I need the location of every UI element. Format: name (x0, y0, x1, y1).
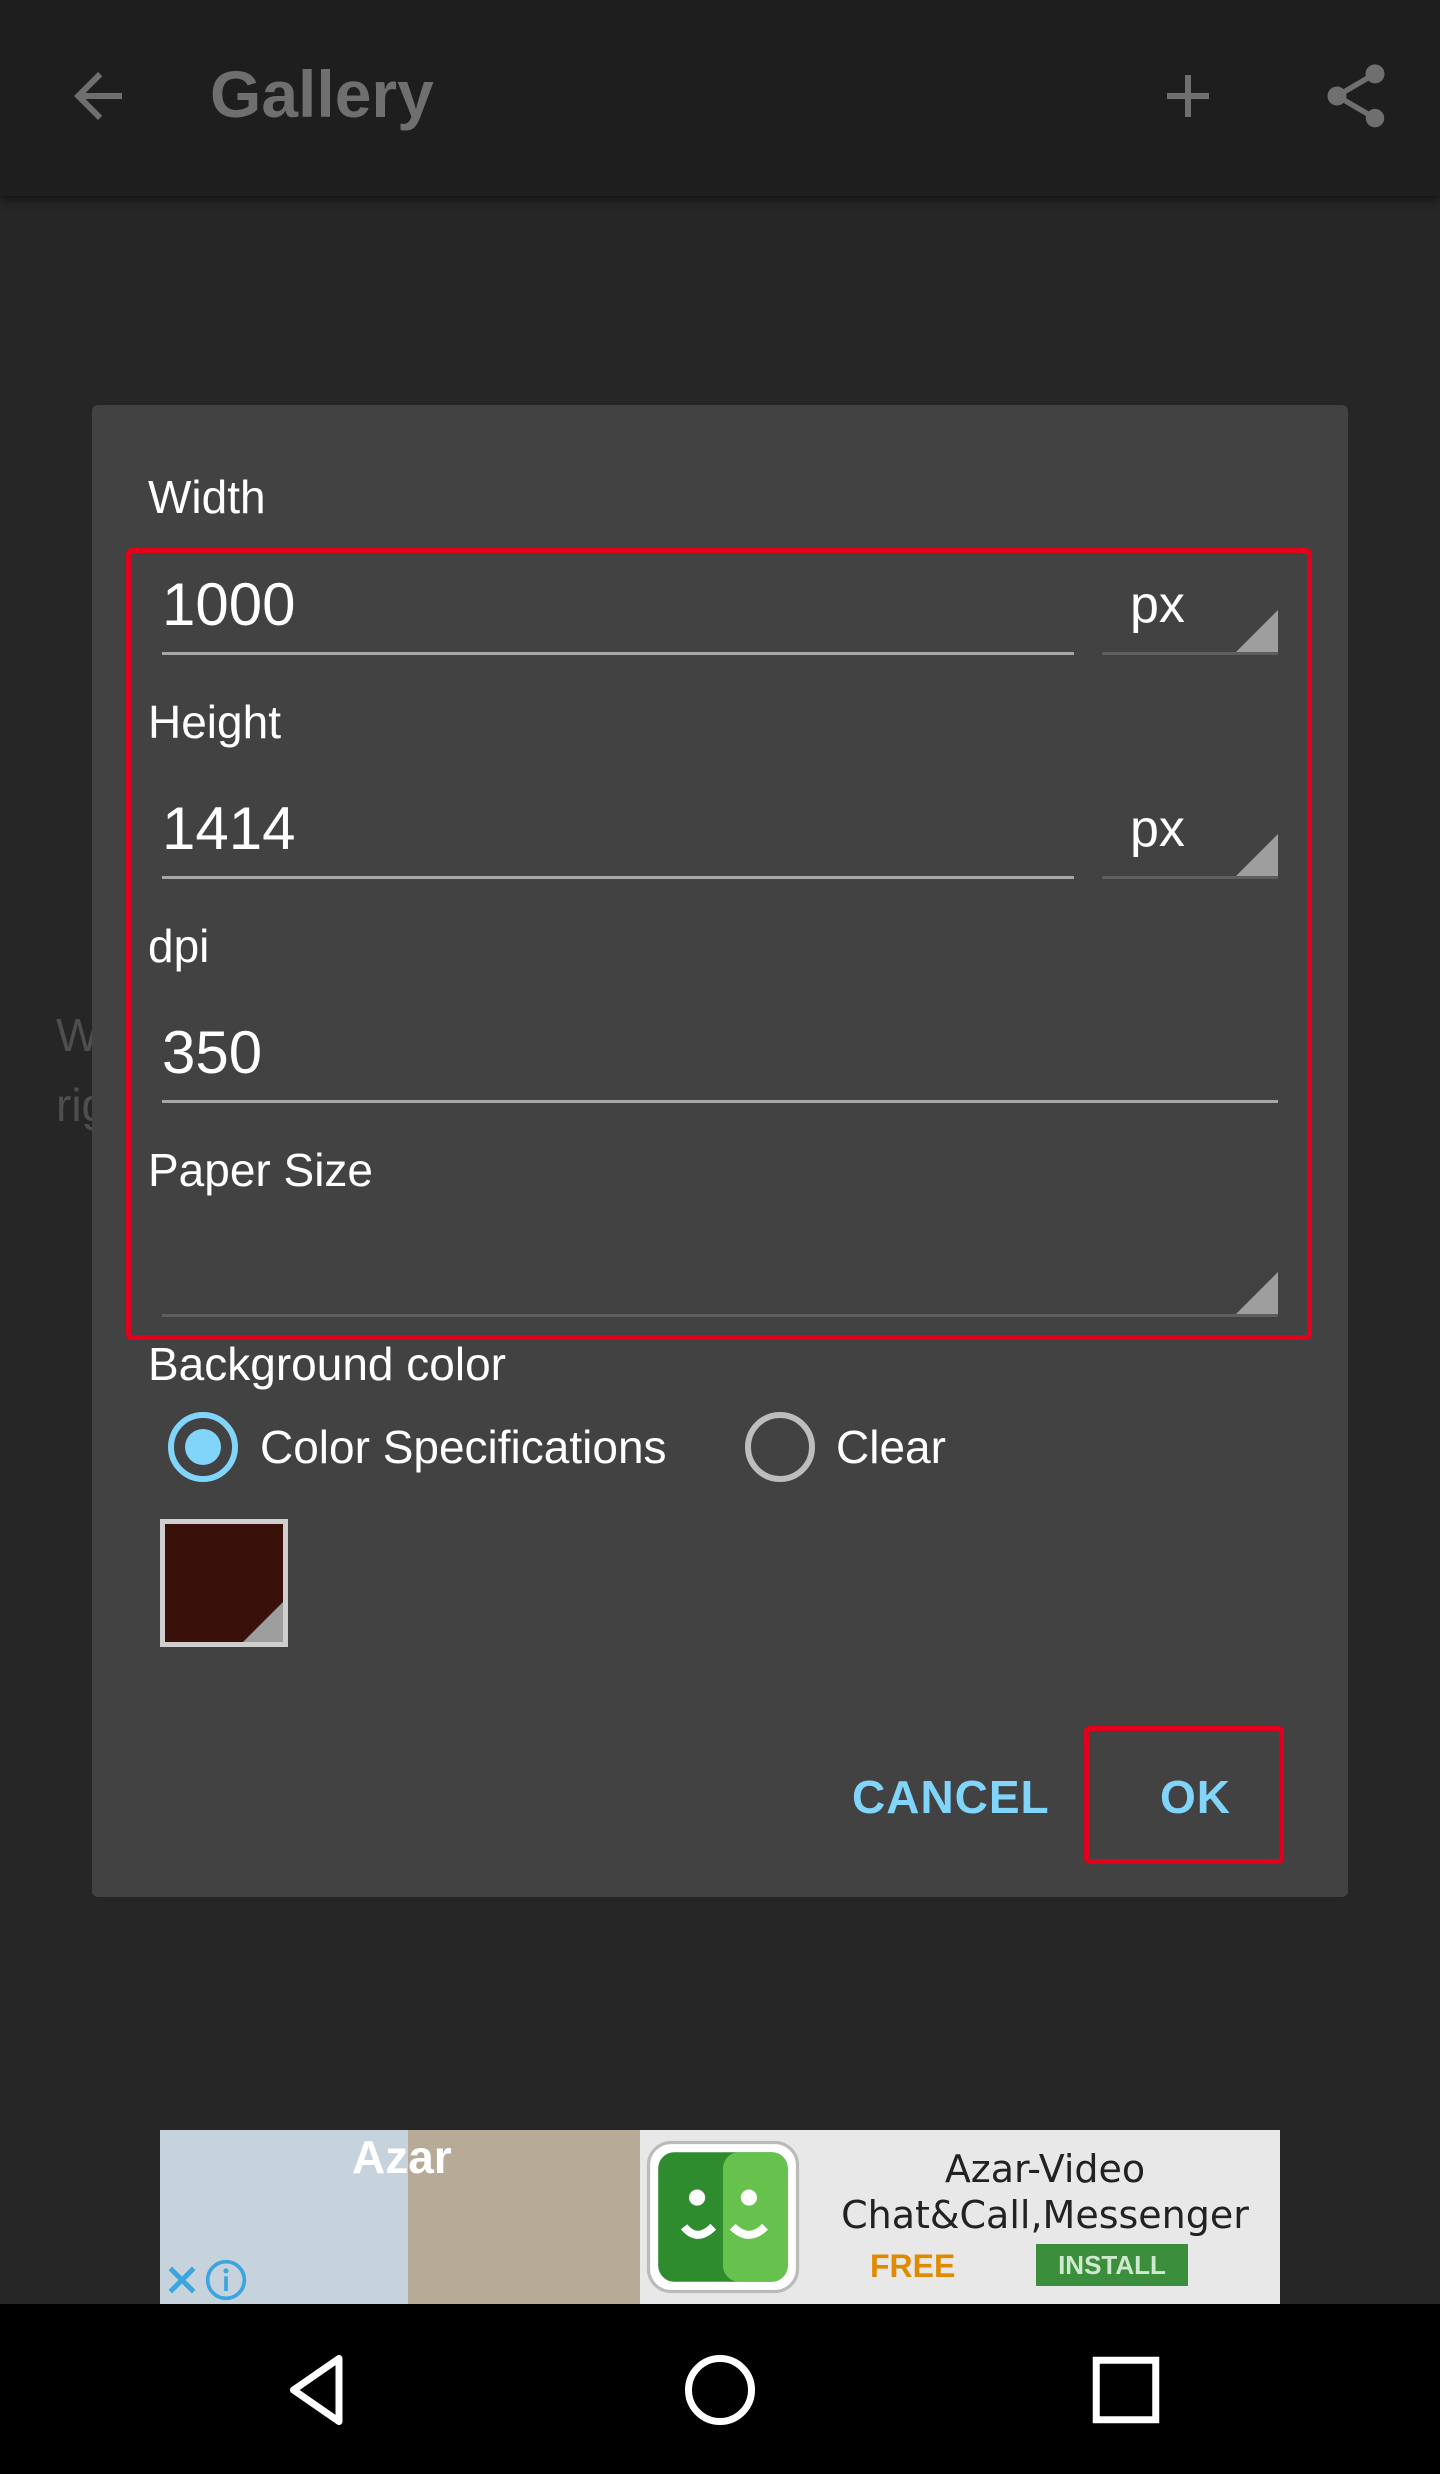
nav-recents-icon[interactable] (1084, 2348, 1168, 2432)
nav-back-icon[interactable] (276, 2348, 360, 2432)
system-navigation-bar (0, 2304, 1440, 2474)
ad-banner[interactable]: Azar Azar-Video Chat&Call,Messenger FREE… (160, 2130, 1280, 2304)
input-fields-highlight (126, 548, 1312, 1340)
add-icon[interactable] (1152, 60, 1224, 132)
ad-headline-line2: Chat&Call,Messenger (841, 2193, 1249, 2237)
app-bar: Gallery (0, 0, 1440, 196)
ad-brand: Azar (352, 2131, 452, 2183)
radio-clear[interactable] (745, 1412, 815, 1482)
background-color-swatch[interactable] (160, 1519, 288, 1647)
ad-close-icon[interactable] (162, 2258, 202, 2302)
ad-headline: Azar-Video Chat&Call,Messenger (810, 2146, 1280, 2238)
cancel-button[interactable]: CANCEL (852, 1770, 1050, 1824)
radio-color-specifications-label[interactable]: Color Specifications (260, 1420, 667, 1474)
ad-headline-line1: Azar-Video (944, 2147, 1146, 2191)
ok-button-highlight (1084, 1726, 1284, 1864)
ad-free-label: FREE (870, 2248, 956, 2284)
ad-install-button[interactable]: INSTALL (1036, 2244, 1188, 2286)
radio-clear-label[interactable]: Clear (836, 1420, 946, 1474)
nav-home-icon[interactable] (678, 2348, 762, 2432)
swatch-corner-icon (243, 1602, 283, 1642)
share-icon[interactable] (1318, 58, 1394, 134)
ad-info-icon[interactable] (204, 2258, 248, 2302)
back-arrow-icon[interactable] (62, 60, 134, 132)
radio-color-specifications[interactable] (168, 1412, 238, 1482)
background-color-label: Background color (148, 1338, 506, 1390)
azar-logo-icon (646, 2140, 800, 2294)
page-title: Gallery (210, 57, 434, 131)
width-label: Width (148, 471, 266, 523)
